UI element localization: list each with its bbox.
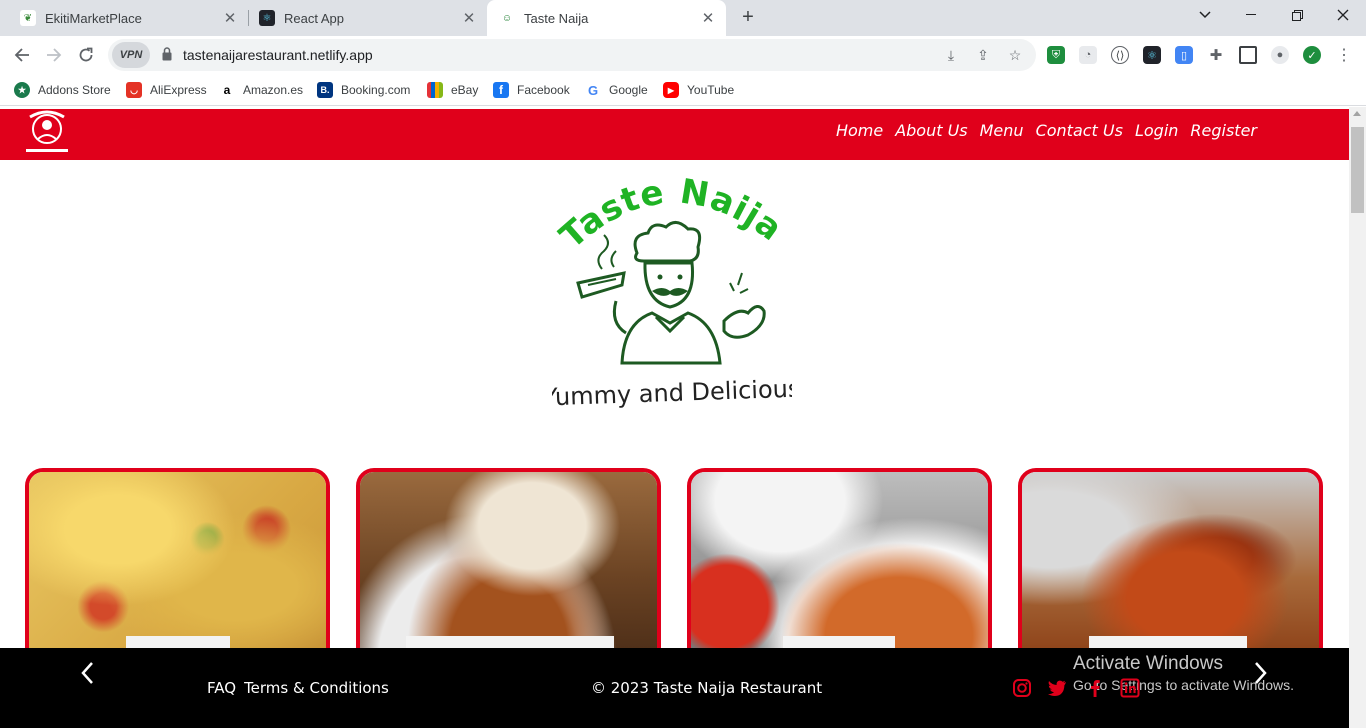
close-tab-icon[interactable]: ✕ [459,9,479,27]
bookmark-facebook[interactable]: f Facebook [493,80,570,100]
page-scrollbar[interactable] [1349,107,1366,728]
bookmark-addons-store[interactable]: ★ Addons Store [14,80,111,100]
faq-link[interactable]: FAQ [207,679,236,697]
google-icon: G [585,82,601,98]
nav-login-link[interactable]: Login [1135,121,1178,140]
nav-register-link[interactable]: Register [1190,121,1257,140]
tab-react-app[interactable]: ⚛ React App ✕ [249,0,487,36]
booking-icon: B. [317,82,333,98]
leaf-icon: ❦ [20,10,36,26]
bookmark-google[interactable]: G Google [585,80,648,100]
facebook-icon[interactable] [1085,678,1105,698]
food-card[interactable] [1018,468,1323,668]
linkedin-icon[interactable] [1120,678,1140,698]
terms-link[interactable]: Terms & Conditions [244,679,389,697]
shield-extension-icon[interactable]: ⛨ [1047,46,1065,64]
extensions-puzzle-icon[interactable]: ✚ [1207,46,1225,64]
bookmark-aliexpress[interactable]: ◡ AliExpress [126,80,207,100]
bookmark-amazon[interactable]: a Amazon.es [219,80,303,100]
scrollbar-thumb[interactable] [1351,127,1364,213]
browser-menu-icon[interactable]: ⋮ [1335,46,1353,64]
bookmark-ebay[interactable]: eBay [427,80,478,100]
hero-logo: Taste Naija Yummy and Delicious [552,173,792,412]
carousel-prev-icon[interactable] [80,660,94,692]
aliexpress-icon: ◡ [126,82,142,98]
addons-store-icon: ★ [14,82,30,98]
lock-icon[interactable] [162,47,172,61]
new-tab-icon[interactable]: + [736,5,760,29]
security-check-icon[interactable]: ✓ [1303,46,1321,64]
nav-about-us-link[interactable]: About Us [895,121,967,140]
nav-menu-link[interactable]: Menu [980,121,1024,140]
food-card[interactable] [356,468,661,668]
site-nav-links: Home About Us Menu Contact Us Login Regi… [836,121,1257,140]
twitter-icon[interactable] [1047,678,1067,698]
site-footer: FAQ Terms & Conditions © 2023 Taste Naij… [0,648,1349,728]
browser-tab-strip: ❦ EkitiMarketPlace ✕ ⚛ React App ✕ ☺ Tas… [0,0,1366,36]
instagram-icon[interactable] [1012,678,1032,698]
activate-windows-title: Activate Windows [1073,653,1223,674]
back-icon[interactable] [9,43,35,67]
profile-avatar-icon[interactable]: ● [1271,46,1289,64]
hero-tagline: Yummy and Delicious [552,375,792,412]
install-app-icon[interactable]: ⤓ [942,46,960,64]
tab-ekitimarketplace[interactable]: ❦ EkitiMarketPlace ✕ [0,0,248,36]
address-bar[interactable]: VPN tastenaijarestaurant.netlify.app ⤓ ⇪… [108,39,1036,71]
vpn-button[interactable]: VPN [112,42,150,68]
scroll-up-icon[interactable] [1353,111,1361,116]
translate-extension-icon[interactable]: ▯ [1175,46,1193,64]
react-devtools-icon[interactable]: ⚛ [1143,46,1161,64]
close-tab-icon[interactable]: ✕ [698,9,718,27]
food-card[interactable] [25,468,330,668]
youtube-icon: ▶ [663,82,679,98]
nav-contact-us-link[interactable]: Contact Us [1036,121,1123,140]
bookmark-youtube[interactable]: ▶ YouTube [663,80,734,100]
site-navbar: Home About Us Menu Contact Us Login Regi… [0,109,1349,160]
restore-icon[interactable] [1274,0,1320,30]
url-text[interactable]: tastenaijarestaurant.netlify.app [183,47,373,63]
bookmark-booking[interactable]: B. Booking.com [317,80,410,100]
minimize-icon[interactable] [1228,0,1274,30]
close-window-icon[interactable] [1320,0,1366,30]
forward-icon[interactable] [41,43,67,67]
side-panel-icon[interactable] [1239,46,1257,64]
code-extension-icon[interactable]: ⟨⟩ [1111,46,1129,64]
reload-icon[interactable] [73,43,99,67]
carousel-next-icon[interactable] [1254,660,1268,692]
amazon-icon: a [219,82,235,98]
share-icon[interactable]: ⇪ [974,46,992,64]
browser-toolbar: VPN tastenaijarestaurant.netlify.app ⤓ ⇪… [0,36,1366,74]
facebook-icon: f [493,82,509,98]
food-card[interactable] [687,468,992,668]
close-tab-icon[interactable]: ✕ [220,9,240,27]
tab-taste-naija[interactable]: ☺ Taste Naija ✕ [487,0,726,36]
page-viewport: Home About Us Menu Contact Us Login Regi… [0,107,1349,728]
nav-home-link[interactable]: Home [836,121,883,140]
site-logo[interactable] [16,109,78,157]
react-icon: ⚛ [259,10,275,26]
bookmark-star-icon[interactable]: ☆ [1006,46,1024,64]
footer-copyright: © 2023 Taste Naija Restaurant [591,679,823,697]
ebay-icon [427,82,443,98]
footer-links: FAQ Terms & Conditions [207,679,389,697]
tab-search-icon[interactable] [1182,0,1228,30]
bookmarks-bar: ★ Addons Store ◡ AliExpress a Amazon.es … [0,74,1366,106]
timer-extension-icon[interactable]: ◔ [1079,46,1097,64]
taste-naija-icon: ☺ [499,10,515,26]
